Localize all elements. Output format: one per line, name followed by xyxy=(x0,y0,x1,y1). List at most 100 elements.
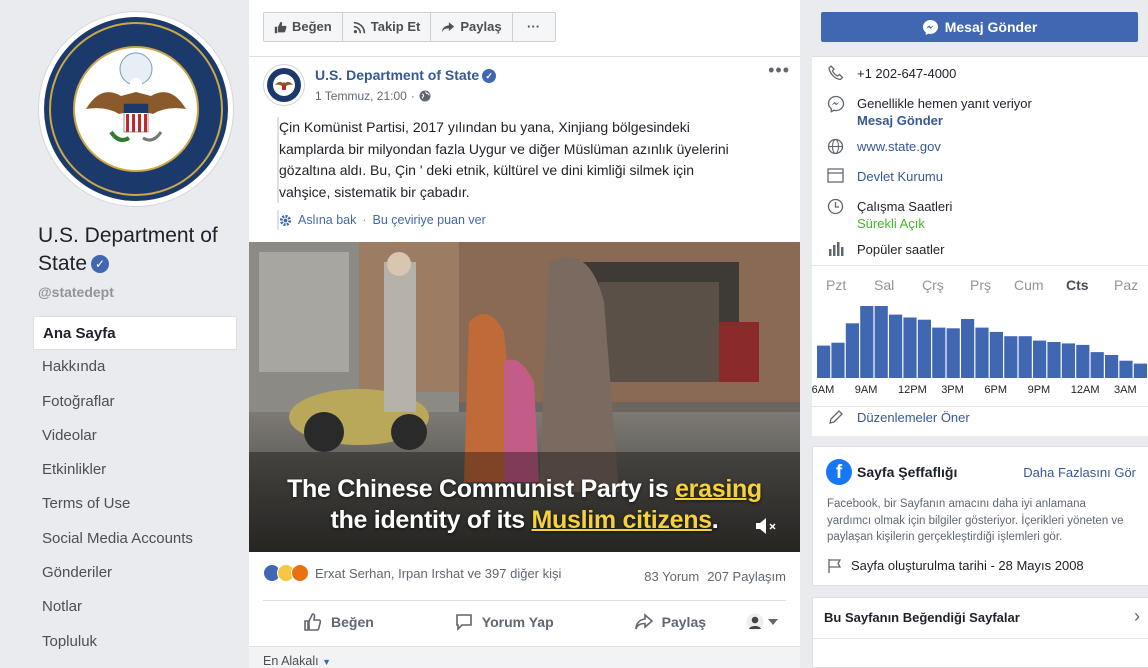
send-message-label: Mesaj Gönder xyxy=(944,19,1038,35)
share-post-button[interactable]: Paylaş xyxy=(594,612,746,632)
hour-tick-label: 12PM xyxy=(898,384,927,396)
popular-bar-1AM[interactable] xyxy=(1090,352,1104,378)
like-page-button[interactable]: Beğen xyxy=(264,13,343,41)
popular-bar-11PM[interactable] xyxy=(1061,343,1075,378)
popular-bar-2PM[interactable] xyxy=(932,327,946,378)
post-author-avatar[interactable] xyxy=(263,64,305,106)
see-original-link[interactable]: Aslına bak xyxy=(298,213,356,227)
popular-bar-5PM[interactable] xyxy=(975,327,989,378)
popular-bar-8PM[interactable] xyxy=(1018,336,1032,378)
category-link[interactable]: Devlet Kurumu xyxy=(857,168,943,185)
globe-icon[interactable] xyxy=(419,90,431,102)
video-caption: The Chinese Communist Party is erasing t… xyxy=(249,474,800,536)
nav-item-home[interactable]: Ana Sayfa xyxy=(33,316,237,351)
suggest-edits-link[interactable]: Düzenlemeler Öner xyxy=(857,409,970,426)
mute-icon[interactable] xyxy=(754,516,778,541)
hours-status: Sürekli Açık xyxy=(857,216,925,231)
page-title[interactable]: U.S. Department of State ✓ xyxy=(38,222,243,278)
comment-button[interactable]: Yorum Yap xyxy=(414,612,594,632)
post-video[interactable]: The Chinese Communist Party is erasing t… xyxy=(249,242,800,552)
category-row: Devlet Kurumu xyxy=(826,168,943,185)
popular-bar-10PM[interactable] xyxy=(1047,342,1061,378)
nav-item-videos[interactable]: Videolar xyxy=(33,419,237,453)
liked-pages-title[interactable]: Bu Sayfanın Beğendiği Sayfalar xyxy=(824,610,1020,625)
popular-bar-4AM[interactable] xyxy=(1133,363,1147,378)
page-title-text[interactable]: U.S. Department of State xyxy=(38,224,218,275)
popular-bar-1PM[interactable] xyxy=(917,319,931,378)
caption-highlight: erasing xyxy=(675,475,762,503)
nav-item-notes[interactable]: Notlar xyxy=(33,590,237,624)
category-tag-icon xyxy=(827,168,844,183)
popular-bar-3PM[interactable] xyxy=(946,328,960,378)
caption-text: The Chinese Communist Party is xyxy=(287,475,676,503)
post-as-selector[interactable] xyxy=(746,613,786,631)
transparency-description: Facebook, bir Sayfanın amacını daha iyi … xyxy=(827,496,1143,546)
send-message-link[interactable]: Mesaj Gönder xyxy=(857,112,1032,129)
post-options-icon[interactable]: ••• xyxy=(768,60,790,81)
nav-item-posts[interactable]: Gönderiler xyxy=(33,556,237,590)
reactions-text[interactable]: Erxat Serhan, Irpan Irshat ve 397 diğer … xyxy=(315,566,561,581)
nav-item-terms[interactable]: Terms of Use xyxy=(33,487,237,521)
nav-item-photos[interactable]: Fotoğraflar xyxy=(33,385,237,419)
popular-bar-12PM[interactable] xyxy=(903,317,917,379)
popular-bar-9AM[interactable] xyxy=(860,306,874,378)
caption-line-1: The Chinese Communist Party is erasing xyxy=(249,474,800,505)
description-line: Facebook, bir Sayfanın amacını daha iyi … xyxy=(827,498,1086,510)
messenger-icon xyxy=(922,19,938,35)
popular-bar-6PM[interactable] xyxy=(989,331,1003,378)
popular-bar-9PM[interactable] xyxy=(1033,340,1047,378)
popular-bar-3AM[interactable] xyxy=(1119,360,1133,378)
comment-sort[interactable]: En Alakalı ▼ xyxy=(249,646,800,668)
actions-divider xyxy=(263,600,786,601)
popular-bar-4PM[interactable] xyxy=(961,319,975,378)
phone-number[interactable]: +1 202-647-4000 xyxy=(857,65,956,82)
popular-bar-8AM[interactable] xyxy=(845,323,859,378)
hour-tick-label: 9AM xyxy=(854,384,878,396)
page-handle[interactable]: @statedept xyxy=(38,284,114,300)
popular-bar-11AM[interactable] xyxy=(889,314,903,378)
nav-item-events[interactable]: Etkinlikler xyxy=(33,453,237,487)
more-options-button[interactable]: ··· xyxy=(513,13,555,41)
post-author-text[interactable]: U.S. Department of State xyxy=(315,67,479,83)
phone-row: +1 202-647-4000 xyxy=(826,65,956,82)
nav-item-community[interactable]: Topluluk xyxy=(33,625,237,659)
seal-image xyxy=(44,17,228,201)
comments-count[interactable]: 83 Yorum xyxy=(644,569,699,584)
engagement-counts: 83 Yorum 207 Paylaşım xyxy=(644,569,786,584)
hour-tick-label: 6AM xyxy=(811,384,835,396)
share-page-button[interactable]: Paylaş xyxy=(431,13,513,41)
translation-controls: Aslına bak · Bu çeviriye puan ver xyxy=(277,210,486,230)
post-translated-text: Çin Komünist Partisi, 2017 yılından bu y… xyxy=(277,117,777,203)
department-seal-logo[interactable] xyxy=(38,11,234,207)
popular-bar-6AM[interactable] xyxy=(817,345,831,378)
caret-down-icon xyxy=(768,619,779,625)
popular-bar-12AM[interactable] xyxy=(1076,344,1090,378)
page-transparency-card: f Sayfa Şeffaflığı Daha Fazlasını Gör Fa… xyxy=(812,446,1148,586)
reactions-summary[interactable]: Erxat Serhan, Irpan Irshat ve 397 diğer … xyxy=(263,564,561,582)
chevron-right-icon[interactable]: › xyxy=(1134,606,1140,627)
popular-bar-2AM[interactable] xyxy=(1105,355,1119,378)
post-text-line: kamplarda bir milyondan fazla Uygur ve d… xyxy=(279,140,729,157)
nav-item-social-accounts[interactable]: Social Media Accounts xyxy=(33,522,237,556)
post-timestamp[interactable]: 1 Temmuz, 21:00 xyxy=(315,89,407,103)
see-more-link[interactable]: Daha Fazlasını Gör xyxy=(1023,465,1136,480)
pencil-icon xyxy=(828,410,843,424)
website-link[interactable]: www.state.gov xyxy=(857,138,941,155)
follow-page-button[interactable]: Takip Et xyxy=(343,13,432,41)
post-author-name[interactable]: U.S. Department of State ✓ xyxy=(315,67,497,83)
reaction-icons xyxy=(263,564,309,582)
nav-item-about[interactable]: Hakkında xyxy=(33,350,237,384)
popular-bar-10AM[interactable] xyxy=(874,306,888,378)
send-message-button[interactable]: Mesaj Gönder xyxy=(821,12,1138,42)
gear-icon[interactable] xyxy=(279,214,292,227)
hour-tick-label: 3PM xyxy=(941,384,964,396)
rate-translation-link[interactable]: Bu çeviriye puan ver xyxy=(373,213,486,227)
hours-label: Çalışma Saatleri xyxy=(857,199,953,214)
like-post-button[interactable]: Beğen xyxy=(263,612,414,632)
caption-highlight: Muslim citizens xyxy=(531,506,713,534)
sort-label[interactable]: En Alakalı xyxy=(263,654,319,668)
popular-bar-7PM[interactable] xyxy=(1004,336,1018,378)
thumbs-up-icon xyxy=(274,21,287,33)
popular-bar-7AM[interactable] xyxy=(831,342,845,378)
shares-count[interactable]: 207 Paylaşım xyxy=(707,569,786,584)
